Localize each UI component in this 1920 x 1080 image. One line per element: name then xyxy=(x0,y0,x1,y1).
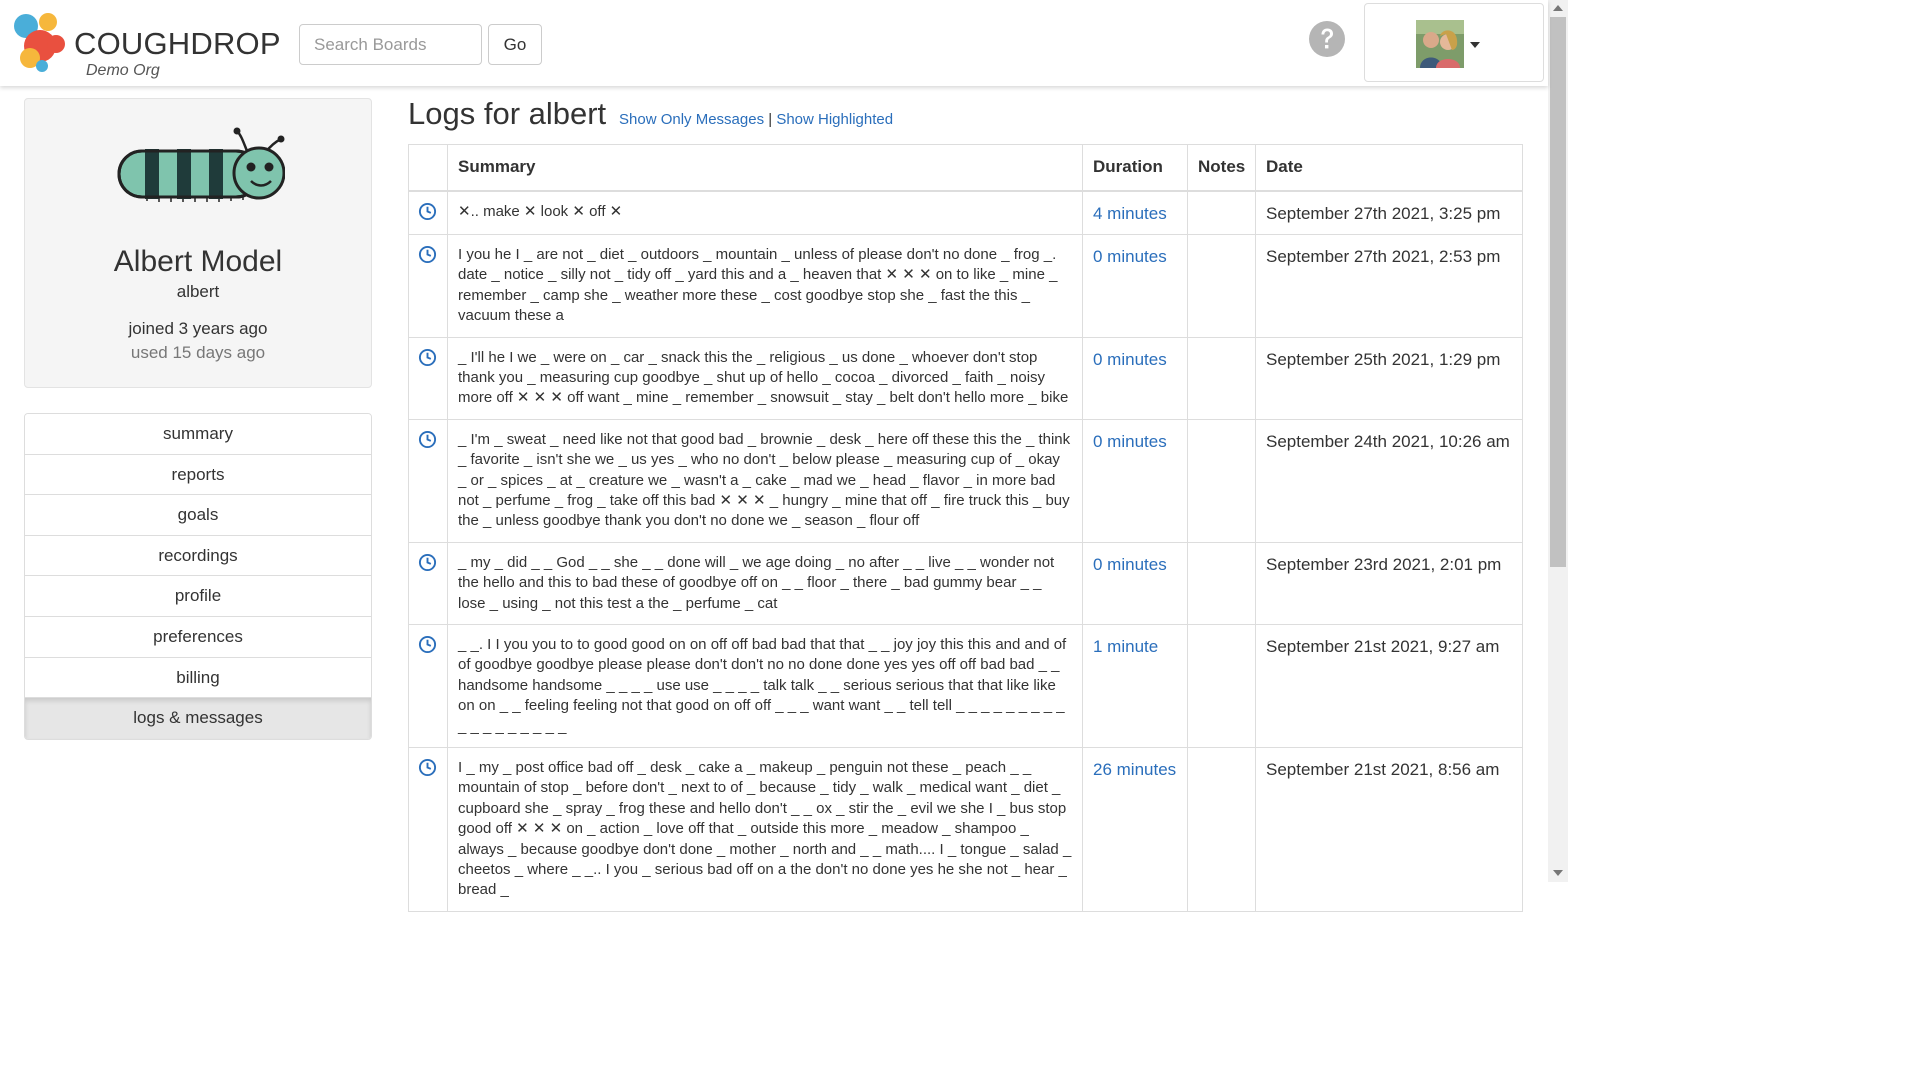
page-title: Logs for albert xyxy=(408,96,607,131)
filter-separator: | xyxy=(768,111,773,128)
nav-item-goals[interactable]: goals xyxy=(25,495,371,536)
caterpillar-avatar-icon xyxy=(117,127,285,202)
nav-item-billing[interactable]: billing xyxy=(25,657,371,699)
table-row[interactable]: _ I'll he I we _ were on _ car _ snack t… xyxy=(408,336,1523,420)
coughdrop-logo-icon[interactable] xyxy=(12,12,68,74)
show-only-messages-link[interactable]: Show Only Messages xyxy=(619,111,764,128)
log-summary: _ my _ did _ _ God _ _ she _ _ done will… xyxy=(447,541,1083,626)
log-notes xyxy=(1187,623,1256,749)
user-display-name: Albert Model xyxy=(113,245,283,278)
table-row[interactable]: _ I'm _ sweat _ need like not that good … xyxy=(408,418,1523,543)
scroll-up-icon[interactable] xyxy=(1553,5,1563,11)
clock-icon xyxy=(418,553,437,571)
clock-icon xyxy=(418,758,437,777)
log-date: September 27th 2021, 2:53 pm xyxy=(1255,233,1523,338)
profile-card: Albert Model albert joined 3 years ago u… xyxy=(24,98,372,388)
user-menu-button[interactable] xyxy=(1364,3,1544,82)
clock-icon xyxy=(418,430,437,448)
top-header: COUGHDROP Demo Org Go xyxy=(0,0,1548,86)
log-date: September 25th 2021, 1:29 pm xyxy=(1255,336,1523,420)
log-notes xyxy=(1187,336,1256,420)
table-row[interactable]: ✕.. make ✕ look ✕ off ✕ 4 minutes Septem… xyxy=(408,190,1523,235)
log-summary: _ _. I I you you to to good good on on o… xyxy=(447,623,1083,749)
nav-item-reports[interactable]: reports xyxy=(25,454,371,496)
brand-name[interactable]: COUGHDROP xyxy=(74,26,281,62)
nav-item-preferences[interactable]: preferences xyxy=(25,616,371,658)
table-row[interactable]: _ _. I I you you to to good good on on o… xyxy=(408,623,1523,749)
log-date: September 23rd 2021, 2:01 pm xyxy=(1255,541,1523,626)
user-side-nav: summary reports goals recordings profile… xyxy=(24,413,372,740)
header-notes: Notes xyxy=(1187,144,1256,192)
user-username: albert xyxy=(176,282,220,301)
log-notes xyxy=(1187,541,1256,626)
go-button[interactable]: Go xyxy=(488,24,542,65)
help-icon[interactable] xyxy=(1309,21,1345,57)
log-date: September 24th 2021, 10:26 am xyxy=(1255,418,1523,543)
log-filter-links: Show Only Messages | Show Highlighted xyxy=(619,111,893,128)
avatar xyxy=(1416,20,1464,68)
log-summary: ✕.. make ✕ look ✕ off ✕ xyxy=(447,190,1083,235)
chevron-down-icon xyxy=(1470,42,1480,48)
log-summary: _ I'll he I we _ were on _ car _ snack t… xyxy=(447,336,1083,420)
log-duration-link[interactable]: 0 minutes xyxy=(1082,336,1188,420)
nav-item-recordings[interactable]: recordings xyxy=(25,535,371,577)
table-row[interactable]: I you he I _ are not _ diet _ outdoors _… xyxy=(408,233,1523,338)
search-boards-input[interactable] xyxy=(299,24,482,65)
nav-item-profile[interactable]: profile xyxy=(25,576,371,617)
log-summary: I _ my _ post office bad off _ desk _ ca… xyxy=(447,747,1083,912)
nav-item-logs-messages[interactable]: logs & messages xyxy=(25,698,371,739)
show-highlighted-link[interactable]: Show Highlighted xyxy=(776,111,893,128)
log-notes xyxy=(1187,747,1256,912)
scrollbar-thumb[interactable] xyxy=(1550,17,1566,567)
table-row[interactable]: _ my _ did _ _ God _ _ she _ _ done will… xyxy=(408,541,1523,626)
clock-icon xyxy=(418,202,437,220)
log-duration-link[interactable]: 4 minutes xyxy=(1082,190,1188,235)
log-notes xyxy=(1187,190,1256,235)
logs-table: Summary Duration Notes Date ✕.. make ✕ l… xyxy=(408,144,1523,912)
log-duration-link[interactable]: 26 minutes xyxy=(1082,747,1188,912)
table-header-row: Summary Duration Notes Date xyxy=(408,144,1523,192)
header-date: Date xyxy=(1255,144,1523,192)
log-duration-link[interactable]: 1 minute xyxy=(1082,623,1188,749)
log-duration-link[interactable]: 0 minutes xyxy=(1082,233,1188,338)
log-summary: _ I'm _ sweat _ need like not that good … xyxy=(447,418,1083,543)
header-duration: Duration xyxy=(1082,144,1188,192)
header-summary: Summary xyxy=(447,144,1083,192)
log-date: September 27th 2021, 3:25 pm xyxy=(1255,190,1523,235)
log-duration-link[interactable]: 0 minutes xyxy=(1082,418,1188,543)
org-name: Demo Org xyxy=(86,62,160,79)
clock-icon xyxy=(418,635,437,654)
nav-item-summary[interactable]: summary xyxy=(25,414,371,455)
log-summary: I you he I _ are not _ diet _ outdoors _… xyxy=(447,233,1083,338)
log-notes xyxy=(1187,233,1256,338)
log-notes xyxy=(1187,418,1256,543)
clock-icon xyxy=(418,348,437,366)
log-date: September 21st 2021, 9:27 am xyxy=(1255,623,1523,749)
user-last-used-text: used 15 days ago xyxy=(130,343,266,362)
page-scrollbar[interactable] xyxy=(1548,0,1568,882)
log-duration-link[interactable]: 0 minutes xyxy=(1082,541,1188,626)
table-row[interactable]: I _ my _ post office bad off _ desk _ ca… xyxy=(408,747,1523,912)
log-date: September 21st 2021, 8:56 am xyxy=(1255,747,1523,912)
user-joined-text: joined 3 years ago xyxy=(128,319,268,338)
scroll-down-icon[interactable] xyxy=(1553,870,1563,876)
clock-icon xyxy=(418,245,437,263)
header-icon xyxy=(408,144,448,192)
